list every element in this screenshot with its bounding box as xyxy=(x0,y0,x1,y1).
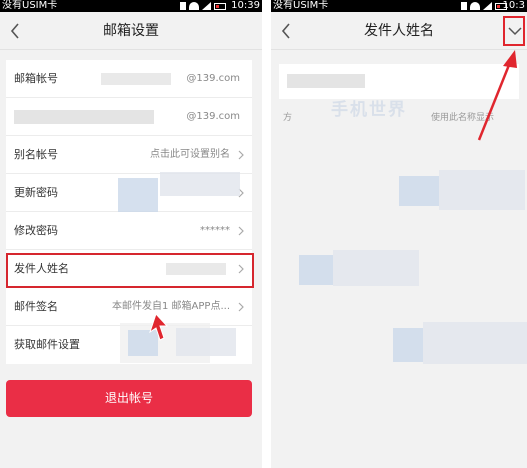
status-icons xyxy=(180,1,226,11)
title-bar: 发件人姓名 xyxy=(271,12,527,50)
cursor-arrow-icon xyxy=(149,313,169,341)
account-group: 邮箱帐号 @139.com @139.com 别名帐号 点击此可设置别名 更新密… xyxy=(6,60,252,364)
wifi-icon xyxy=(189,2,199,10)
signal-icon xyxy=(202,2,211,10)
sim-icon xyxy=(180,2,186,10)
sim-icon xyxy=(461,2,467,10)
row-secondary-account: @139.com xyxy=(6,98,252,136)
row-label: 获取邮件设置 xyxy=(14,338,80,351)
row-value: ****** xyxy=(200,225,230,236)
row-change-password[interactable]: 修改密码 ****** xyxy=(6,212,252,250)
blur-artifact xyxy=(176,328,236,356)
status-icons xyxy=(461,1,507,11)
chevron-right-icon xyxy=(238,226,244,236)
page-title: 邮箱设置 xyxy=(103,23,159,39)
blur-artifact xyxy=(333,250,419,286)
confirm-button[interactable] xyxy=(503,16,525,46)
blur-artifact xyxy=(118,178,158,212)
row-alias-account[interactable]: 别名帐号 点击此可设置别名 xyxy=(6,136,252,174)
logout-button[interactable]: 退出帐号 xyxy=(6,380,252,417)
carrier-text: 没有USIM卡 xyxy=(2,0,58,11)
chevron-right-icon xyxy=(238,302,244,312)
sender-name-screen: 没有USIM卡 10:3 发件人姓名 手机世界 方 使用此名称显示 xyxy=(271,0,527,468)
row-mail-account: 邮箱帐号 @139.com xyxy=(6,60,252,98)
hint-text-end: 使用此名称显示 xyxy=(431,113,495,123)
hint-text-start: 方 xyxy=(283,113,293,123)
masked-name xyxy=(287,74,365,88)
row-label: 修改密码 xyxy=(14,224,58,237)
title-bar: 邮箱设置 xyxy=(0,12,262,50)
row-label: 别名帐号 xyxy=(14,148,58,161)
masked-account xyxy=(14,110,154,124)
clock: 10:39 xyxy=(231,0,260,11)
row-label: 更新密码 xyxy=(14,186,58,199)
battery-icon xyxy=(214,2,226,10)
masked-account xyxy=(101,73,171,85)
watermark: 手机世界 xyxy=(331,100,407,120)
blur-artifact xyxy=(160,172,240,196)
row-value: 点击此可设置别名 xyxy=(150,149,230,160)
row-label: 邮件签名 xyxy=(14,300,58,313)
page-title: 发件人姓名 xyxy=(364,23,434,39)
blur-artifact xyxy=(299,255,333,285)
row-value: @139.com xyxy=(186,111,240,122)
row-value: 本邮件发自1 邮箱APP点... xyxy=(112,301,230,312)
highlight-box xyxy=(6,253,254,288)
status-bar: 没有USIM卡 10:39 xyxy=(0,0,262,12)
chevron-right-icon xyxy=(238,150,244,160)
carrier-text: 没有USIM卡 xyxy=(273,0,329,11)
blur-artifact xyxy=(399,176,439,206)
mailbox-settings-screen: 没有USIM卡 10:39 邮箱设置 邮箱帐号 @139.com @139.co… xyxy=(0,0,262,468)
blur-artifact xyxy=(393,328,423,362)
status-bar: 没有USIM卡 10:3 xyxy=(271,0,527,12)
signal-icon xyxy=(483,2,492,10)
checkmark-icon xyxy=(508,27,522,36)
blur-artifact xyxy=(423,322,527,364)
blur-artifact xyxy=(439,170,525,210)
row-value: @139.com xyxy=(186,73,240,84)
row-mail-signature[interactable]: 邮件签名 本邮件发自1 邮箱APP点... xyxy=(6,288,252,326)
wifi-icon xyxy=(470,2,480,10)
sender-name-input[interactable] xyxy=(279,64,519,99)
clock: 10:3 xyxy=(502,0,525,11)
row-label: 邮箱帐号 xyxy=(14,72,58,85)
